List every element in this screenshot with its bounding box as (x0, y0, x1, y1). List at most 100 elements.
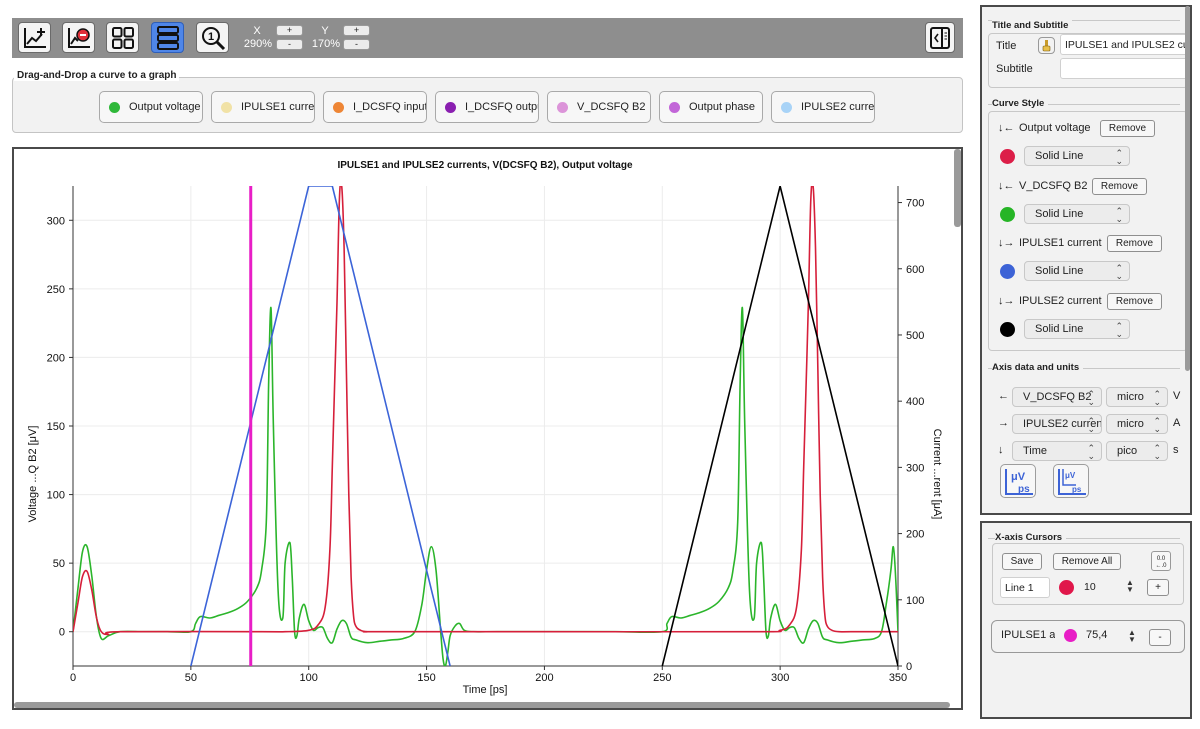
curve-style-name: IPULSE2 current (1019, 294, 1102, 307)
add-cursor-button[interactable]: + (1147, 579, 1169, 596)
stack-layout-icon (156, 25, 179, 50)
y-right-tick-label: 700 (906, 198, 924, 210)
y-right-tick-label: 200 (906, 529, 924, 541)
curve-axis-arrows: ↓← (998, 179, 1015, 192)
y-right-tick-label: 0 (906, 661, 912, 673)
line-style-select[interactable]: Solid Line ⌃ ⌄ (1024, 318, 1130, 339)
curve-chip[interactable]: IPULSE1 current (211, 91, 315, 123)
toolbar: 1 X 290% + - Y 170% + - (12, 18, 963, 58)
curve-chip[interactable]: Output voltage (99, 91, 203, 123)
zoom-x-value: 290% (243, 38, 273, 50)
toggle-sidebar-button[interactable] (925, 22, 955, 53)
x-tick-label: 300 (771, 672, 789, 684)
y-right-tick-label: 300 (906, 462, 924, 474)
curve-chip-label: IPULSE2 current (801, 101, 874, 113)
remove-all-cursors-button[interactable]: Remove All (1053, 553, 1121, 570)
save-cursor-button[interactable]: Save (1002, 553, 1042, 570)
remove-curve-button[interactable]: Remove (1107, 235, 1162, 252)
curve-color-swatch[interactable] (1000, 264, 1015, 279)
line-style-select[interactable]: Solid Line ⌃ ⌄ (1024, 261, 1130, 281)
zoom-y-plus-button[interactable]: + (343, 25, 370, 36)
line-style-value: Solid Line (1035, 150, 1084, 162)
curve-axis-arrows: ↓← (998, 122, 1015, 134)
zoom-y-value: 170% (311, 38, 341, 50)
line-style-select[interactable]: Solid Line ⌃ ⌄ (1024, 146, 1130, 166)
grid-layout-icon (111, 26, 134, 49)
zoom-y-minus-button[interactable]: - (343, 39, 370, 50)
axis-data-value: V_DCSFQ B2 (1023, 391, 1092, 403)
x-tick-label: 200 (535, 672, 553, 684)
unit-scale-button-2[interactable]: μV ps (1053, 464, 1089, 498)
grid-layout-button[interactable] (106, 22, 139, 53)
remove-curve-button[interactable]: Remove (1107, 292, 1162, 310)
saved-cursor-color[interactable] (1064, 629, 1077, 642)
plot-frame: 0 50 100 150 200 250 300 350 0 50 100 150 200 250 300 0… (12, 147, 963, 710)
cursor-value-stepper[interactable]: ▲ ▼ (1126, 579, 1134, 594)
decimal-format-button[interactable]: 0.0 ←.0 (1151, 551, 1171, 571)
zoom-x-label: X (253, 25, 261, 37)
axis-data-select[interactable]: IPULSE2 current ⌃ ⌄ (1012, 414, 1102, 434)
subtitle-input[interactable] (1060, 58, 1190, 79)
y-left-tick-label: 300 (47, 215, 65, 227)
plot-vertical-scrollbar[interactable] (954, 149, 961, 227)
curve-chip[interactable]: I_DCSFQ input (323, 91, 427, 123)
line-style-select[interactable]: Solid Line ⌃ ⌄ (1024, 203, 1130, 224)
settings-scrollbar[interactable] (1185, 6, 1190, 371)
curve-chip-label: IPULSE1 current (241, 101, 314, 113)
brush-button[interactable] (1038, 37, 1055, 54)
remove-curve-button[interactable]: Remove (1092, 177, 1147, 195)
chart[interactable]: 0 50 100 150 200 250 300 3500501001502002503000… (14, 149, 961, 708)
zoom-reset-icon: 1 (201, 26, 225, 50)
remove-curve-button[interactable]: Remove (1100, 120, 1155, 137)
unit-multi-scale-icon: μV ps (1058, 469, 1086, 495)
curve-color-swatch[interactable] (1000, 206, 1015, 222)
remove-graph-button[interactable] (62, 22, 95, 53)
curve-color-dot (445, 101, 456, 113)
chevron-updown-icon: ⌃ ⌄ (1153, 443, 1161, 461)
stack-layout-button[interactable] (151, 22, 184, 53)
zoom-x-plus-button[interactable]: + (276, 25, 303, 36)
add-graph-button[interactable] (18, 22, 51, 53)
curve-style-name: IPULSE1 current (1019, 237, 1102, 249)
chevron-updown-icon: ⌃ ⌄ (1087, 443, 1095, 461)
decimal-format-top: 0.0 (1157, 556, 1166, 562)
line-style-value: Solid Line (1035, 322, 1084, 335)
cursor-color-swatch[interactable] (1059, 580, 1074, 595)
title-input[interactable]: IPULSE1 and IPULSE2 currents (1060, 34, 1190, 55)
x-tick-label: 100 (300, 672, 318, 684)
saved-cursor-stepper[interactable]: ▲ ▼ (1128, 629, 1136, 644)
unit-prefix-select[interactable]: pico ⌃ ⌄ (1106, 441, 1168, 461)
curve-chip-label: I_DCSFQ input (353, 101, 426, 113)
x-tick-label: 50 (185, 672, 197, 684)
title-label: Title (996, 40, 1017, 52)
plot-horizontal-scrollbar[interactable] (14, 702, 950, 708)
zoom-reset-button[interactable]: 1 (196, 22, 229, 53)
curve-style-name: V_DCSFQ B2 (1019, 179, 1088, 192)
curve-chip[interactable]: V_DCSFQ B2 (547, 91, 651, 123)
curve-chip[interactable]: Output phase (659, 91, 763, 123)
curve-chip[interactable]: IPULSE2 current (771, 91, 875, 123)
saved-cursor-name: IPULSE1 and IPULSE2 currents (1001, 629, 1055, 641)
title-section-heading: Title and Subtitle (992, 20, 1073, 31)
y-left-tick-label: 200 (47, 352, 65, 364)
curve-color-swatch[interactable] (1000, 321, 1015, 337)
curve-chip[interactable]: I_DCSFQ output (435, 91, 539, 123)
x-tick-label: 350 (889, 672, 907, 684)
axis-data-select[interactable]: V_DCSFQ B2 ⌃ ⌄ (1012, 387, 1102, 407)
unit-prefix-select[interactable]: micro ⌃ ⌄ (1106, 387, 1168, 407)
zoom-x-minus-button[interactable]: - (276, 39, 303, 50)
saved-cursor-value[interactable]: 75,4 (1086, 629, 1107, 641)
axis-data-select[interactable]: Time ⌃ ⌄ (1012, 441, 1102, 461)
chevron-updown-icon: ⌃ ⌄ (1115, 148, 1123, 166)
curve-color-dot (781, 101, 792, 113)
y-left-tick-label: 50 (53, 558, 65, 570)
remove-saved-cursor-button[interactable]: - (1149, 629, 1171, 646)
y-left-tick-label: 150 (47, 421, 65, 433)
curve-axis-arrows: ↓→ (998, 237, 1015, 249)
unit-scale-button-1[interactable]: μV ps (1000, 464, 1036, 498)
unit-prefix-select[interactable]: micro ⌃ ⌄ (1106, 414, 1168, 434)
cursor-heading: X-axis Cursors (995, 532, 1067, 543)
unit-icon-1-small: ps (1018, 484, 1030, 495)
curve-color-swatch[interactable] (1000, 149, 1015, 164)
cursor-name-input[interactable]: Line 1 (1000, 577, 1050, 598)
